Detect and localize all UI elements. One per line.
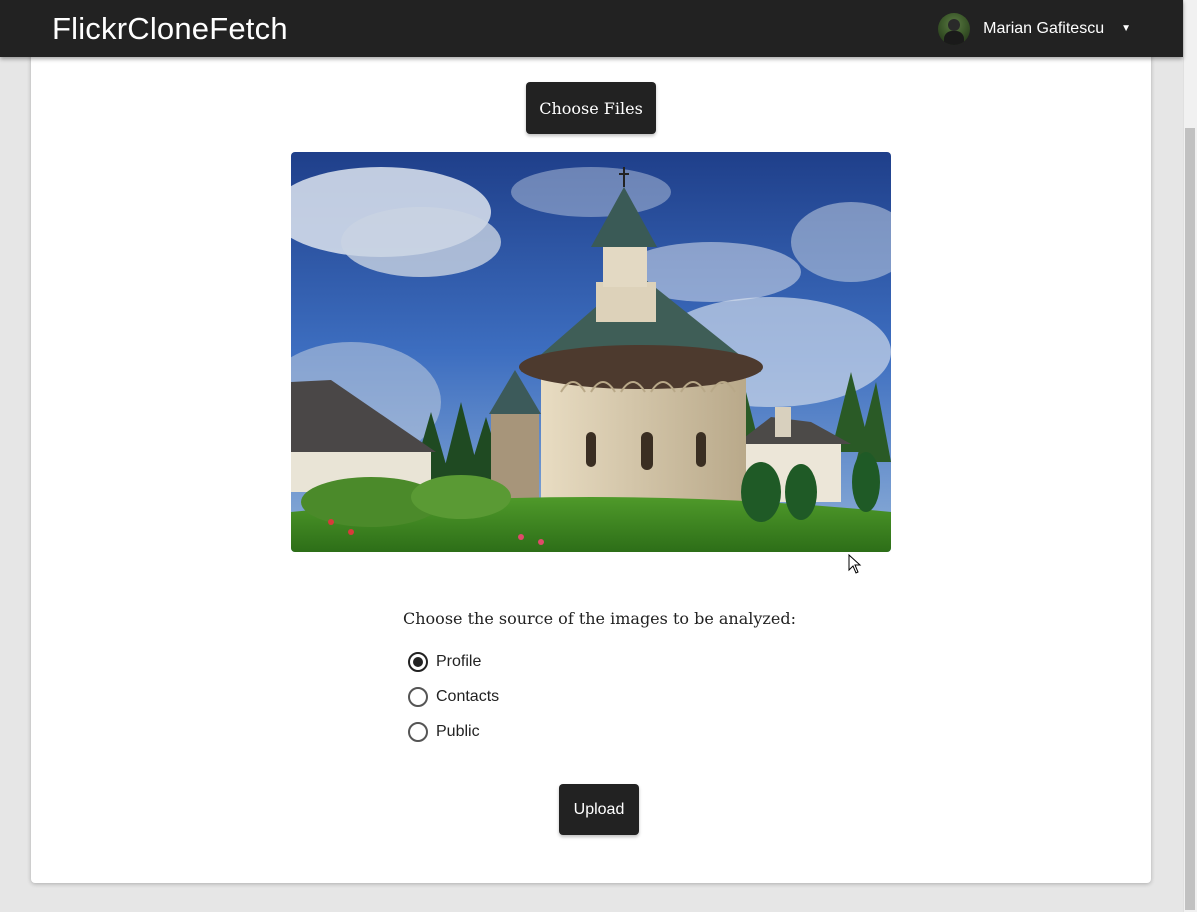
upload-button[interactable]: Upload [559,784,639,835]
source-prompt: Choose the source of the images to be an… [403,609,796,628]
user-name: Marian Gafitescu [983,19,1105,37]
radio-label-profile: Profile [436,653,482,670]
radio-label-contacts: Contacts [436,688,500,705]
radio-button-public[interactable] [408,722,428,742]
upload-card: Choose Files Choose the source of the im… [31,40,1151,883]
avatar [938,12,971,45]
top-navbar: FlickrCloneFetch Marian Gafitescu ▼ [0,0,1183,57]
radio-label-public: Public [436,723,480,740]
preview-image [291,152,891,552]
page-scrollbar[interactable] [1183,0,1197,912]
radio-option-public[interactable]: Public [408,722,480,742]
monastery-photo [291,152,891,552]
choose-files-button[interactable]: Choose Files [526,82,656,134]
radio-option-contacts[interactable]: Contacts [408,687,499,707]
mouse-cursor-icon [848,554,862,574]
radio-button-contacts[interactable] [408,687,428,707]
brand-logo[interactable]: FlickrCloneFetch [52,11,288,47]
user-menu[interactable]: Marian Gafitescu ▼ [938,12,1131,45]
chevron-down-icon: ▼ [1121,23,1131,34]
radio-button-profile[interactable] [408,652,428,672]
scrollbar-thumb[interactable] [1185,128,1195,910]
radio-option-profile[interactable]: Profile [408,652,481,672]
